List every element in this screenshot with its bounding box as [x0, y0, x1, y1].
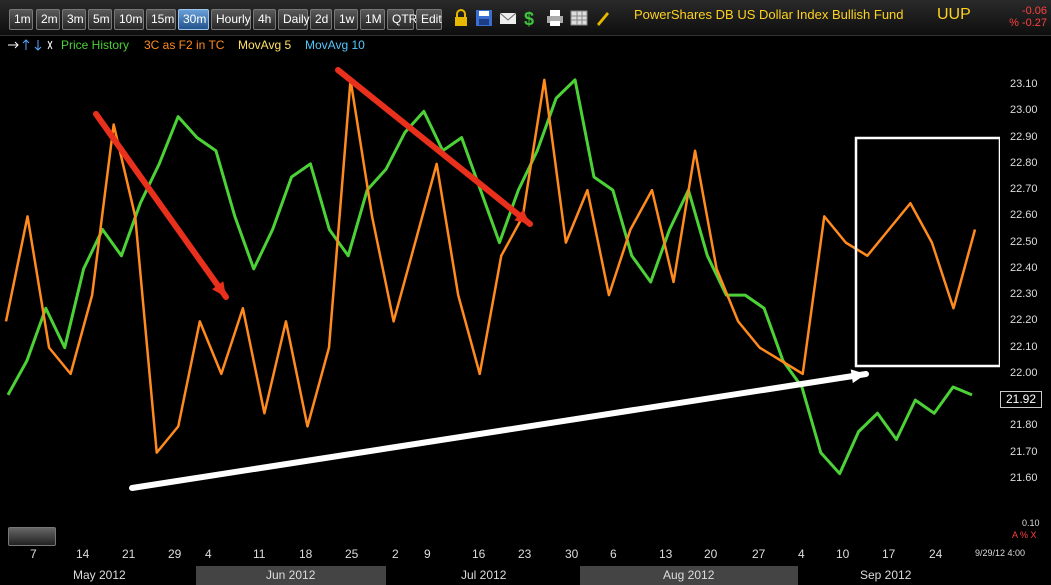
- x-tick-label: 11: [253, 547, 266, 561]
- y-tick-label: 21.80: [1010, 419, 1038, 432]
- x-tick-label: 14: [76, 547, 90, 561]
- timestamp: 9/29/12 4:00: [975, 548, 1026, 558]
- x-tick-label: 27: [752, 547, 766, 561]
- legend-movavg-10[interactable]: MovAvg 10: [305, 38, 365, 52]
- legend-price-history[interactable]: Price History: [61, 38, 129, 52]
- timeframe-button-1m[interactable]: 1M: [360, 9, 385, 30]
- highlight-box: [854, 136, 1000, 368]
- price-chart[interactable]: [0, 56, 1000, 546]
- x-tick-label: 29: [168, 547, 182, 561]
- x-tick-label: 21: [122, 547, 136, 561]
- x-tick-label: 13: [659, 547, 673, 561]
- y-tick-label: 22.10: [1010, 340, 1038, 353]
- timeframe-button-edit[interactable]: Edit: [416, 9, 442, 30]
- month-label: Aug 2012: [663, 568, 715, 582]
- last-price-badge: 21.92: [1000, 391, 1042, 408]
- month-label: May 2012: [73, 568, 126, 582]
- month-label: Jul 2012: [461, 568, 507, 582]
- x-tick-label: 20: [704, 547, 718, 561]
- legend-movavg-5[interactable]: MovAvg 5: [238, 38, 291, 52]
- save-icon[interactable]: [474, 8, 494, 28]
- 3c-as-f2-in-tc-line: [4, 78, 977, 454]
- x-tick-label: 4: [798, 547, 805, 561]
- x-tick-label: 23: [518, 547, 532, 561]
- ticker-symbol: UUP: [937, 6, 971, 23]
- y-tick-label: 22.90: [1010, 130, 1038, 143]
- timeframe-button-30m[interactable]: 30m: [178, 9, 209, 30]
- x-tick-label: 16: [472, 547, 486, 561]
- y-tick-label: 22.00: [1010, 366, 1038, 379]
- y-tick-label: 21.70: [1010, 445, 1038, 458]
- timeframe-button-3m[interactable]: 3m: [62, 9, 86, 30]
- timeframe-button-2d[interactable]: 2d: [310, 9, 332, 30]
- y-tick-label: 22.60: [1010, 209, 1038, 222]
- timeframe-button-qtr[interactable]: QTR: [387, 9, 417, 30]
- y-tick-label: 21.60: [1010, 471, 1038, 484]
- indicator-value: 0.10: [1022, 518, 1040, 528]
- price-change: -0.06: [1021, 5, 1047, 17]
- y-tick-label: 22.20: [1010, 314, 1038, 327]
- timeframe-button-2m[interactable]: 2m: [36, 9, 60, 30]
- y-tick-label: 22.80: [1010, 156, 1038, 169]
- month-label: Jun 2012: [266, 568, 316, 582]
- x-tick-label: 10: [836, 547, 850, 561]
- x-tick-label: 17: [882, 547, 896, 561]
- legend-3c-indicator[interactable]: 3C as F2 in TC: [144, 38, 224, 52]
- x-tick-label: 25: [345, 547, 359, 561]
- y-tick-label: 22.30: [1010, 288, 1038, 301]
- security-title: PowerShares DB US Dollar Index Bullish F…: [634, 7, 904, 22]
- grid-icon[interactable]: [569, 8, 589, 28]
- red-arrow-2: [335, 67, 533, 227]
- timeframe-button-daily[interactable]: Daily: [278, 9, 310, 30]
- timeframe-button-1w[interactable]: 1w: [334, 9, 358, 30]
- timeframe-button-5m[interactable]: 5m: [88, 9, 112, 30]
- price-change-percent: % -0.27: [1009, 17, 1047, 29]
- y-tick-label: 22.40: [1010, 261, 1038, 274]
- indicator-ax[interactable]: A % X: [1012, 530, 1037, 540]
- lock-icon[interactable]: [451, 8, 471, 28]
- svg-text:$: $: [524, 9, 534, 28]
- x-tick-label: 18: [299, 547, 313, 561]
- x-tick-label: 9: [424, 547, 431, 561]
- x-tick-label: 4: [205, 547, 212, 561]
- timeframe-button-1m[interactable]: 1m: [9, 9, 33, 30]
- white-arrow: [129, 371, 869, 491]
- x-tick-label: 2: [392, 547, 399, 561]
- y-tick-label: 23.10: [1010, 78, 1038, 91]
- timeframe-button-hourly[interactable]: Hourly: [211, 9, 251, 30]
- dollar-icon[interactable]: $: [521, 8, 541, 28]
- timeframe-button-10m[interactable]: 10m: [114, 9, 144, 30]
- pencil-icon[interactable]: [593, 8, 613, 28]
- print-icon[interactable]: [545, 8, 565, 28]
- y-tick-label: 23.00: [1010, 104, 1038, 117]
- timeframe-button-4h[interactable]: 4h: [253, 9, 276, 30]
- y-tick-label: 22.70: [1010, 183, 1038, 196]
- x-tick-label: 6: [610, 547, 617, 561]
- email-icon[interactable]: [498, 8, 518, 28]
- x-tick-label: 24: [929, 547, 943, 561]
- zoom-slider[interactable]: [8, 527, 56, 546]
- y-tick-label: 22.50: [1010, 235, 1038, 248]
- month-label: Sep 2012: [860, 568, 912, 582]
- legend-arrows-icon[interactable]: [6, 38, 56, 52]
- x-tick-label: 30: [565, 547, 579, 561]
- x-tick-label: 7: [30, 547, 37, 561]
- red-arrow-1: [93, 111, 229, 300]
- 3c-indicator-series: [4, 78, 977, 454]
- timeframe-button-15m[interactable]: 15m: [146, 9, 176, 30]
